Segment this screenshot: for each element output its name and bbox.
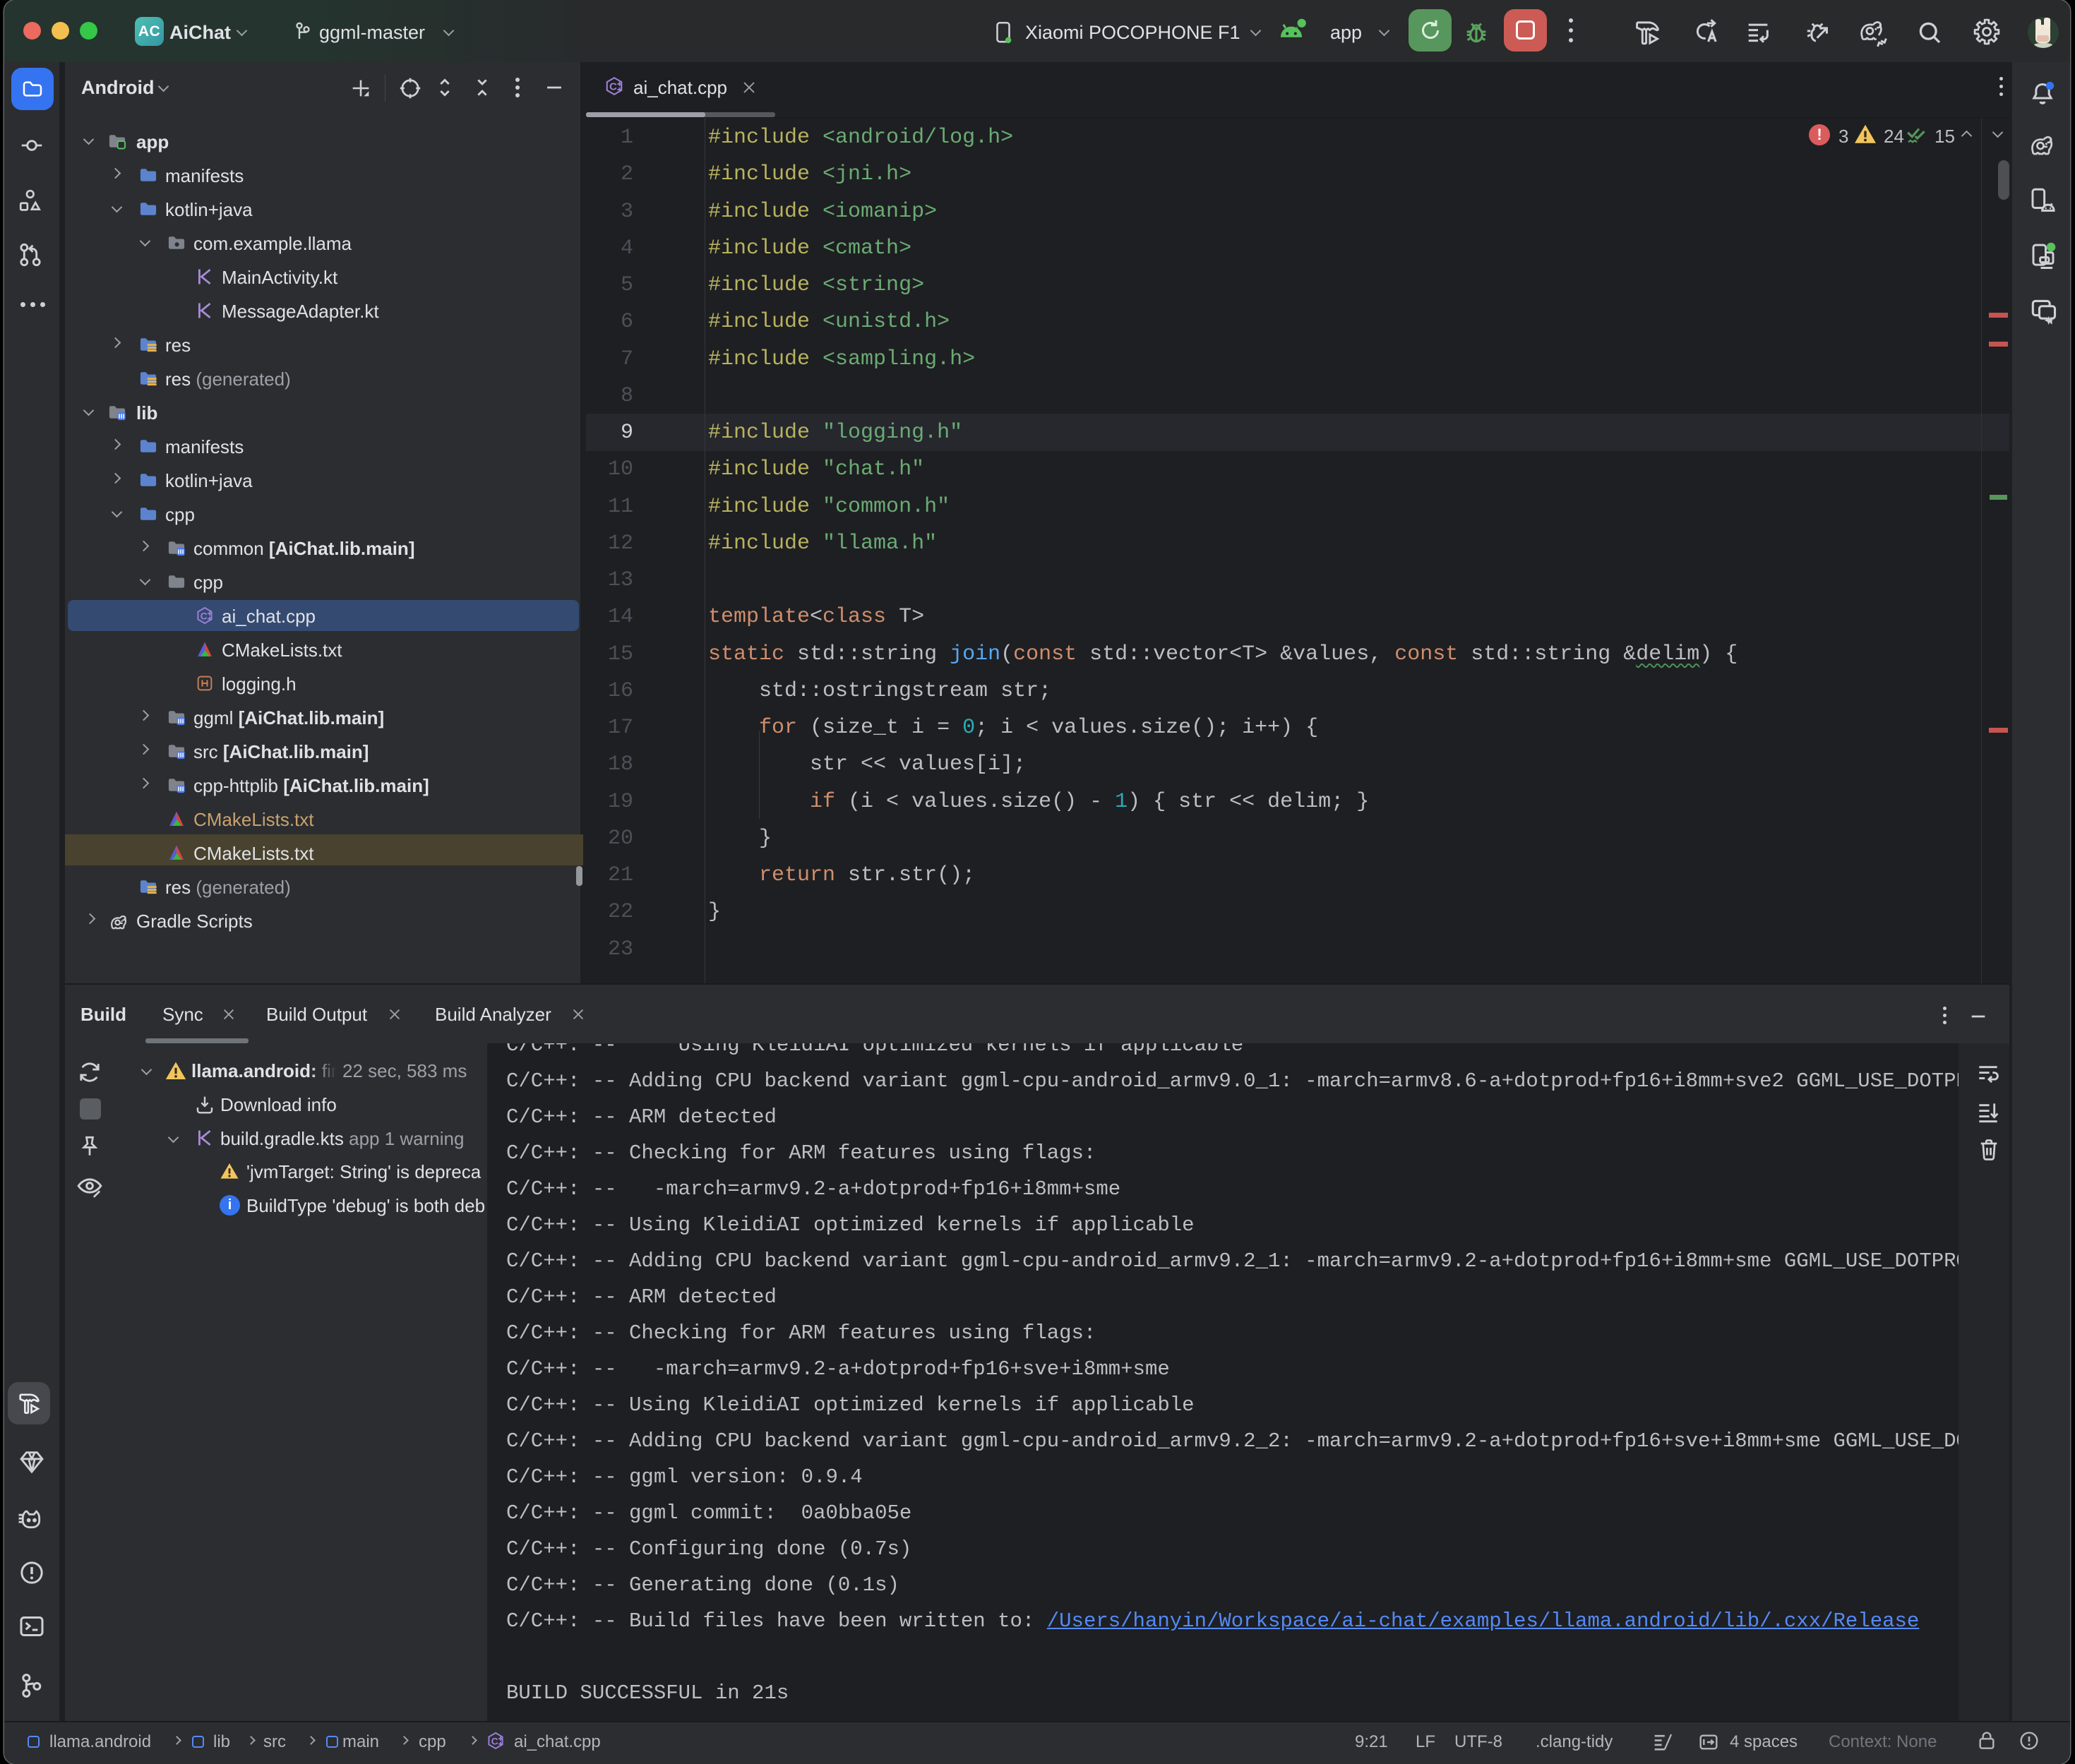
svg-text:C: C [491,1735,498,1746]
svg-text:C: C [201,610,208,621]
svg-text:C: C [609,81,617,93]
